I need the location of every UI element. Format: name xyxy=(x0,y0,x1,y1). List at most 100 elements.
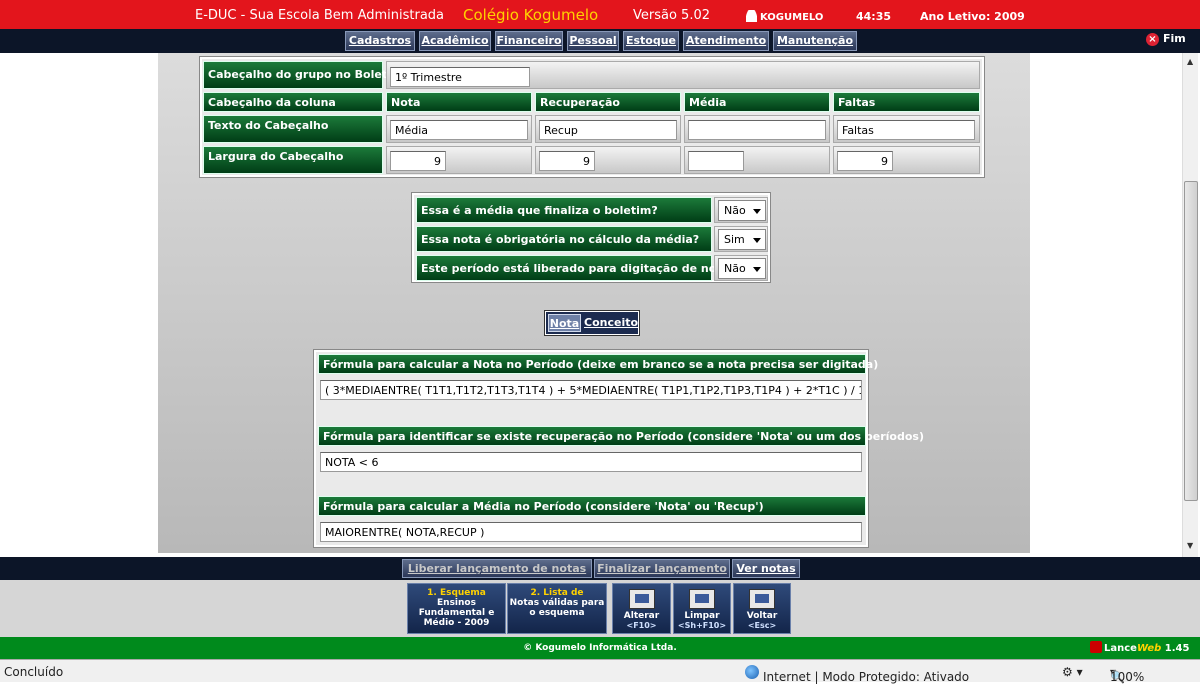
question-mandatory: Essa nota é obrigatória no cálculo da mé… xyxy=(416,226,712,252)
brand-version: 1.45 xyxy=(1164,643,1190,654)
column-config-table: Cabeçalho do grupo no Boletim 1º Trimest… xyxy=(199,56,985,178)
group-header-input[interactable]: 1º Trimestre xyxy=(390,67,530,87)
formula-grade-label: Fórmula para calcular a Nota no Período … xyxy=(318,354,878,374)
header-text-input-recup[interactable]: Recup xyxy=(539,120,677,140)
header-width-input-media[interactable] xyxy=(688,151,744,171)
column-faltas-header: Faltas xyxy=(833,92,980,112)
clear-icon xyxy=(689,589,715,609)
back-icon xyxy=(749,589,775,609)
footer: © Kogumelo Informática Ltda. xyxy=(0,637,1200,659)
menu-manutencao[interactable]: Manutenção xyxy=(773,31,857,51)
formulas-box: Fórmula para calcular a Nota no Período … xyxy=(313,349,924,548)
globe-icon xyxy=(745,665,759,679)
scroll-thumb[interactable] xyxy=(1184,181,1198,501)
step1-title: 1. Esquema xyxy=(427,588,486,598)
back-shortcut: <Esc> xyxy=(747,621,777,630)
column-media-header: Média xyxy=(684,92,830,112)
vertical-scrollbar[interactable]: ▲ ▼ xyxy=(1182,53,1198,557)
edit-icon xyxy=(628,589,655,609)
copyright: © Kogumelo Informática Ltda. xyxy=(523,643,677,653)
main-content: Cabeçalho do grupo no Boletim 1º Trimest… xyxy=(2,53,1198,557)
user-name: KOGUMELO xyxy=(760,12,824,23)
brand-a: Lance xyxy=(1104,643,1137,654)
app-title: E-DUC - Sua Escola Bem Administrada xyxy=(195,8,445,23)
menu-cadastros[interactable]: Cadastros xyxy=(345,31,415,51)
period-released-value: Não xyxy=(724,262,746,275)
browser-status-bar: Concluído Internet | Modo Protegido: Ati… xyxy=(0,659,1200,684)
lanceweb-badge: LanceWeb 1.45 xyxy=(1090,641,1189,654)
options-box: Essa é a média que finaliza o boletim? N… xyxy=(411,192,771,283)
chevron-down-icon xyxy=(753,238,761,243)
lanceweb-logo-icon xyxy=(1090,641,1102,653)
session-time: 44:35 xyxy=(856,10,892,23)
user-icon xyxy=(746,10,757,22)
mandatory-value: Sim xyxy=(724,233,745,246)
chevron-down-icon xyxy=(753,267,761,272)
grade-type-toggle: Nota Conceito xyxy=(544,310,640,336)
menu-financeiro[interactable]: Financeiro xyxy=(495,31,563,51)
menu-pessoal[interactable]: Pessoal xyxy=(567,31,619,51)
header-width-input-faltas[interactable]: 9 xyxy=(837,151,893,171)
status-text: Concluído xyxy=(4,665,64,679)
step1-desc: Ensinos Fundamental e Médio - 2009 xyxy=(418,598,495,628)
zoom-control[interactable]: 🔍 100% ▾ xyxy=(1110,665,1144,684)
alter-label: Alterar xyxy=(623,611,660,621)
brand-b: Web xyxy=(1136,643,1162,654)
header-text-input-media[interactable] xyxy=(688,120,826,140)
alter-shortcut: <F10> xyxy=(626,621,657,630)
formula-recovery-label: Fórmula para identificar se existe recup… xyxy=(318,426,924,446)
back-button[interactable]: Voltar <Esc> xyxy=(733,583,791,634)
final-average-select[interactable]: Não xyxy=(718,200,766,221)
menu-atendimento[interactable]: Atendimento xyxy=(683,31,769,51)
school-year: Ano Letivo: 2009 xyxy=(920,10,1025,23)
header-text-label: Texto do Cabeçalho xyxy=(203,115,383,143)
step2-desc: Notas válidas para o esquema xyxy=(509,598,605,618)
header-width-input-recup[interactable]: 9 xyxy=(539,151,595,171)
header-text-input-nota[interactable]: Média xyxy=(390,120,528,140)
main-menu: Cadastros Acadêmico Financeiro Pessoal E… xyxy=(0,29,1200,53)
clear-button[interactable]: Limpar <Sh+F10> xyxy=(673,583,731,634)
question-period-released: Este período está liberado para digitaçã… xyxy=(416,255,742,281)
step1-scheme-button[interactable]: 1. Esquema Ensinos Fundamental e Médio -… xyxy=(407,583,506,634)
header-text-input-faltas[interactable]: Faltas xyxy=(837,120,975,140)
action-bar: Liberar lançamento de notas Finalizar la… xyxy=(0,557,1200,580)
step2-list-button[interactable]: 2. Lista de Notas válidas para o esquema xyxy=(507,583,607,634)
step2-title: 2. Lista de xyxy=(530,588,584,598)
toggle-conceito[interactable]: Conceito xyxy=(584,314,638,332)
group-header-label: Cabeçalho do grupo no Boletim xyxy=(203,61,402,89)
period-released-select[interactable]: Não xyxy=(718,258,766,279)
app-header: E-DUC - Sua Escola Bem Administrada Colé… xyxy=(0,0,1200,29)
security-zone: Internet | Modo Protegido: Ativado xyxy=(745,665,969,684)
release-entry-button[interactable]: Liberar lançamento de notas xyxy=(402,559,592,578)
header-width-input-nota[interactable]: 9 xyxy=(390,151,446,171)
close-icon: × xyxy=(1146,33,1159,46)
menu-academico[interactable]: Acadêmico xyxy=(419,31,491,51)
header-width-label: Largura do Cabeçalho xyxy=(203,146,383,174)
column-recuperacao-header: Recuperação xyxy=(535,92,681,112)
formula-recovery-input[interactable]: NOTA < 6 xyxy=(320,452,862,472)
question-final-average: Essa é a média que finaliza o boletim? xyxy=(416,197,712,223)
finalize-entry-button[interactable]: Finalizar lançamento xyxy=(594,559,730,578)
version-label: Versão 5.02 xyxy=(633,8,710,23)
protected-mode-icon[interactable]: ⚙ ▾ xyxy=(1062,665,1083,679)
mandatory-select[interactable]: Sim xyxy=(718,229,766,250)
exit-button[interactable]: × Fim xyxy=(1146,32,1186,46)
menu-estoque[interactable]: Estoque xyxy=(623,31,679,51)
clear-shortcut: <Sh+F10> xyxy=(677,621,727,630)
scroll-up-icon[interactable]: ▲ xyxy=(1187,57,1193,66)
formula-grade-input[interactable]: ( 3*MEDIAENTRE( T1T1,T1T2,T1T3,T1T4 ) + … xyxy=(320,380,862,400)
clear-label: Limpar xyxy=(684,611,720,621)
school-name: Colégio Kogumelo xyxy=(463,6,599,24)
view-grades-button[interactable]: Ver notas xyxy=(732,559,800,578)
column-nota-header: Nota xyxy=(386,92,532,112)
formula-average-label: Fórmula para calcular a Média no Período… xyxy=(318,496,866,516)
user-info: KOGUMELO xyxy=(746,10,823,23)
final-average-value: Não xyxy=(724,204,746,217)
back-label: Voltar xyxy=(746,611,778,621)
alter-button[interactable]: Alterar <F10> xyxy=(612,583,671,634)
chevron-down-icon xyxy=(753,209,761,214)
scroll-down-icon[interactable]: ▼ xyxy=(1187,541,1193,550)
toggle-nota[interactable]: Nota xyxy=(548,314,581,332)
formula-average-input[interactable]: MAIORENTRE( NOTA,RECUP ) xyxy=(320,522,862,542)
column-header-label: Cabeçalho da coluna xyxy=(203,92,383,112)
